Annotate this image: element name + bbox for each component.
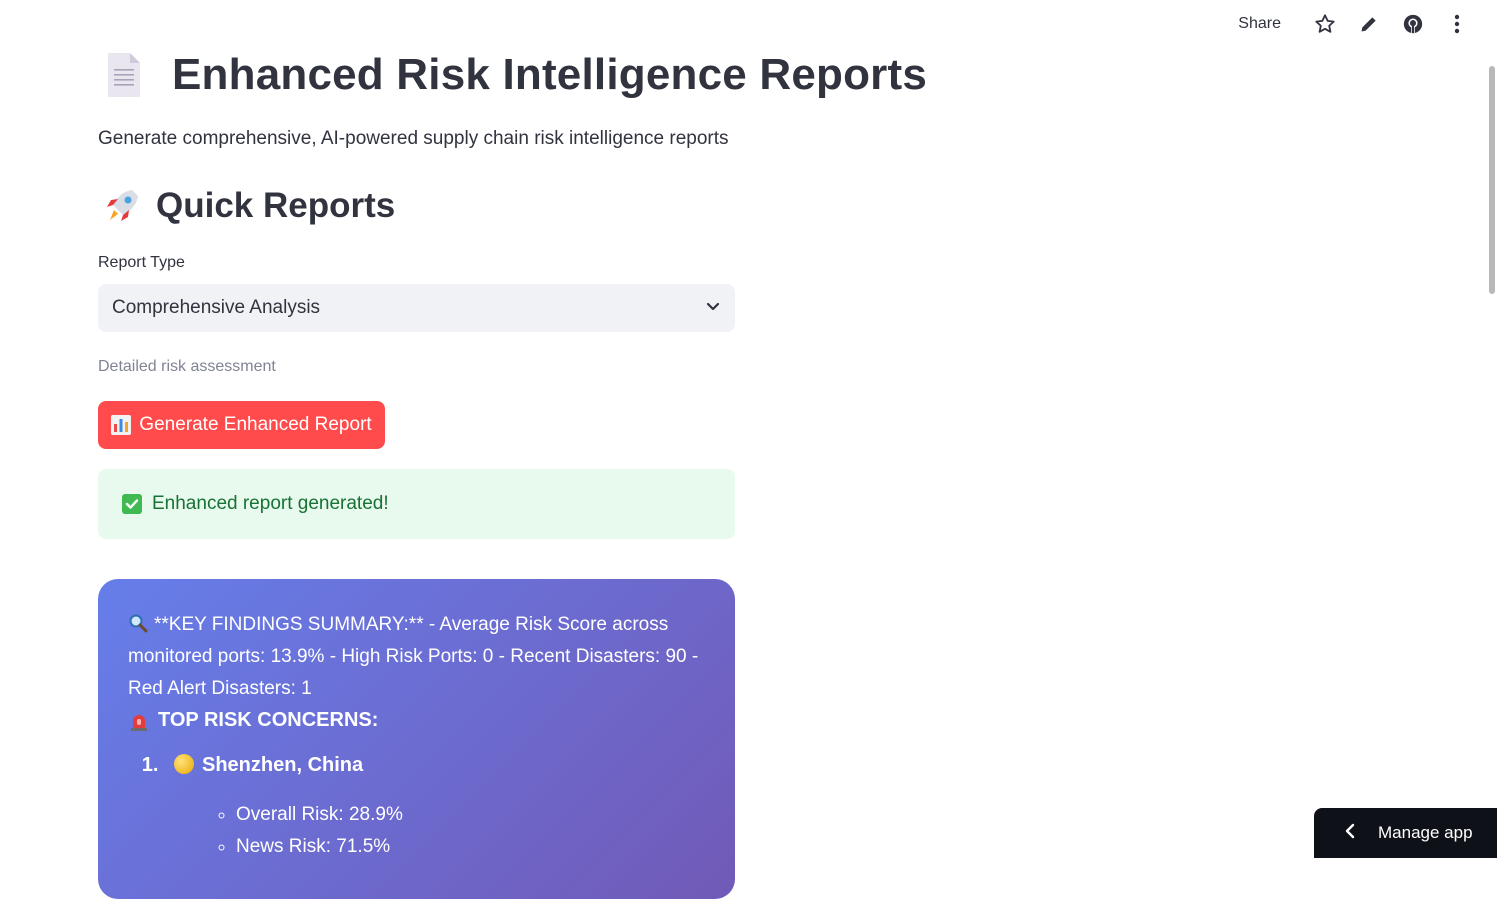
page-subtitle: Generate comprehensive, AI-powered suppl… (98, 128, 729, 150)
concern-name: Shenzhen, China (202, 754, 363, 776)
quick-reports-header: Quick Reports (102, 186, 395, 226)
concerns-list: Shenzhen, China Overall Risk: 28.9% News… (128, 754, 705, 863)
list-item: News Risk: 71.5% (236, 831, 705, 863)
scrollbar[interactable] (1489, 66, 1495, 294)
success-message: Enhanced report generated! (152, 493, 389, 515)
share-button[interactable]: Share (1238, 15, 1281, 33)
concerns-heading: TOP RISK CONCERNS: (128, 709, 705, 732)
manage-app-label: Manage app (1378, 823, 1473, 843)
document-icon (106, 53, 140, 97)
magnifier-icon (128, 612, 148, 632)
list-item: Overall Risk: 28.9% (236, 799, 705, 831)
chevron-left-icon (1344, 823, 1356, 844)
list-item: Shenzhen, China Overall Risk: 28.9% News… (164, 754, 705, 863)
pencil-icon[interactable] (1357, 12, 1381, 36)
rocket-icon (102, 186, 142, 226)
section-heading: Quick Reports (156, 186, 395, 226)
generate-report-label: Generate Enhanced Report (139, 414, 371, 436)
report-type-value: Comprehensive Analysis (112, 297, 705, 319)
key-findings: **KEY FINDINGS SUMMARY:** - Average Risk… (128, 609, 705, 705)
generate-report-button[interactable]: Generate Enhanced Report (98, 401, 385, 449)
yellow-circle-icon (174, 754, 194, 774)
helper-text: Detailed risk assessment (98, 358, 276, 376)
key-findings-text: **KEY FINDINGS SUMMARY:** - Average Risk… (128, 614, 698, 699)
bar-chart-icon (111, 415, 131, 435)
check-icon (122, 494, 142, 514)
report-type-label: Report Type (98, 254, 185, 272)
manage-app-button[interactable]: Manage app (1314, 808, 1497, 858)
success-alert: Enhanced report generated! (98, 469, 735, 539)
top-toolbar: Share (1238, 0, 1497, 48)
report-card: **KEY FINDINGS SUMMARY:** - Average Risk… (98, 579, 735, 899)
more-vertical-icon[interactable] (1445, 12, 1469, 36)
chevron-down-icon (705, 298, 721, 319)
github-icon[interactable] (1401, 12, 1425, 36)
report-type-select[interactable]: Comprehensive Analysis (98, 284, 735, 332)
siren-icon (128, 710, 150, 732)
page-title: Enhanced Risk Intelligence Reports (172, 50, 927, 100)
concerns-heading-text: TOP RISK CONCERNS: (158, 709, 378, 732)
star-icon[interactable] (1313, 12, 1337, 36)
page-header: Enhanced Risk Intelligence Reports (106, 50, 927, 100)
concern-details: Overall Risk: 28.9% News Risk: 71.5% (164, 799, 705, 863)
